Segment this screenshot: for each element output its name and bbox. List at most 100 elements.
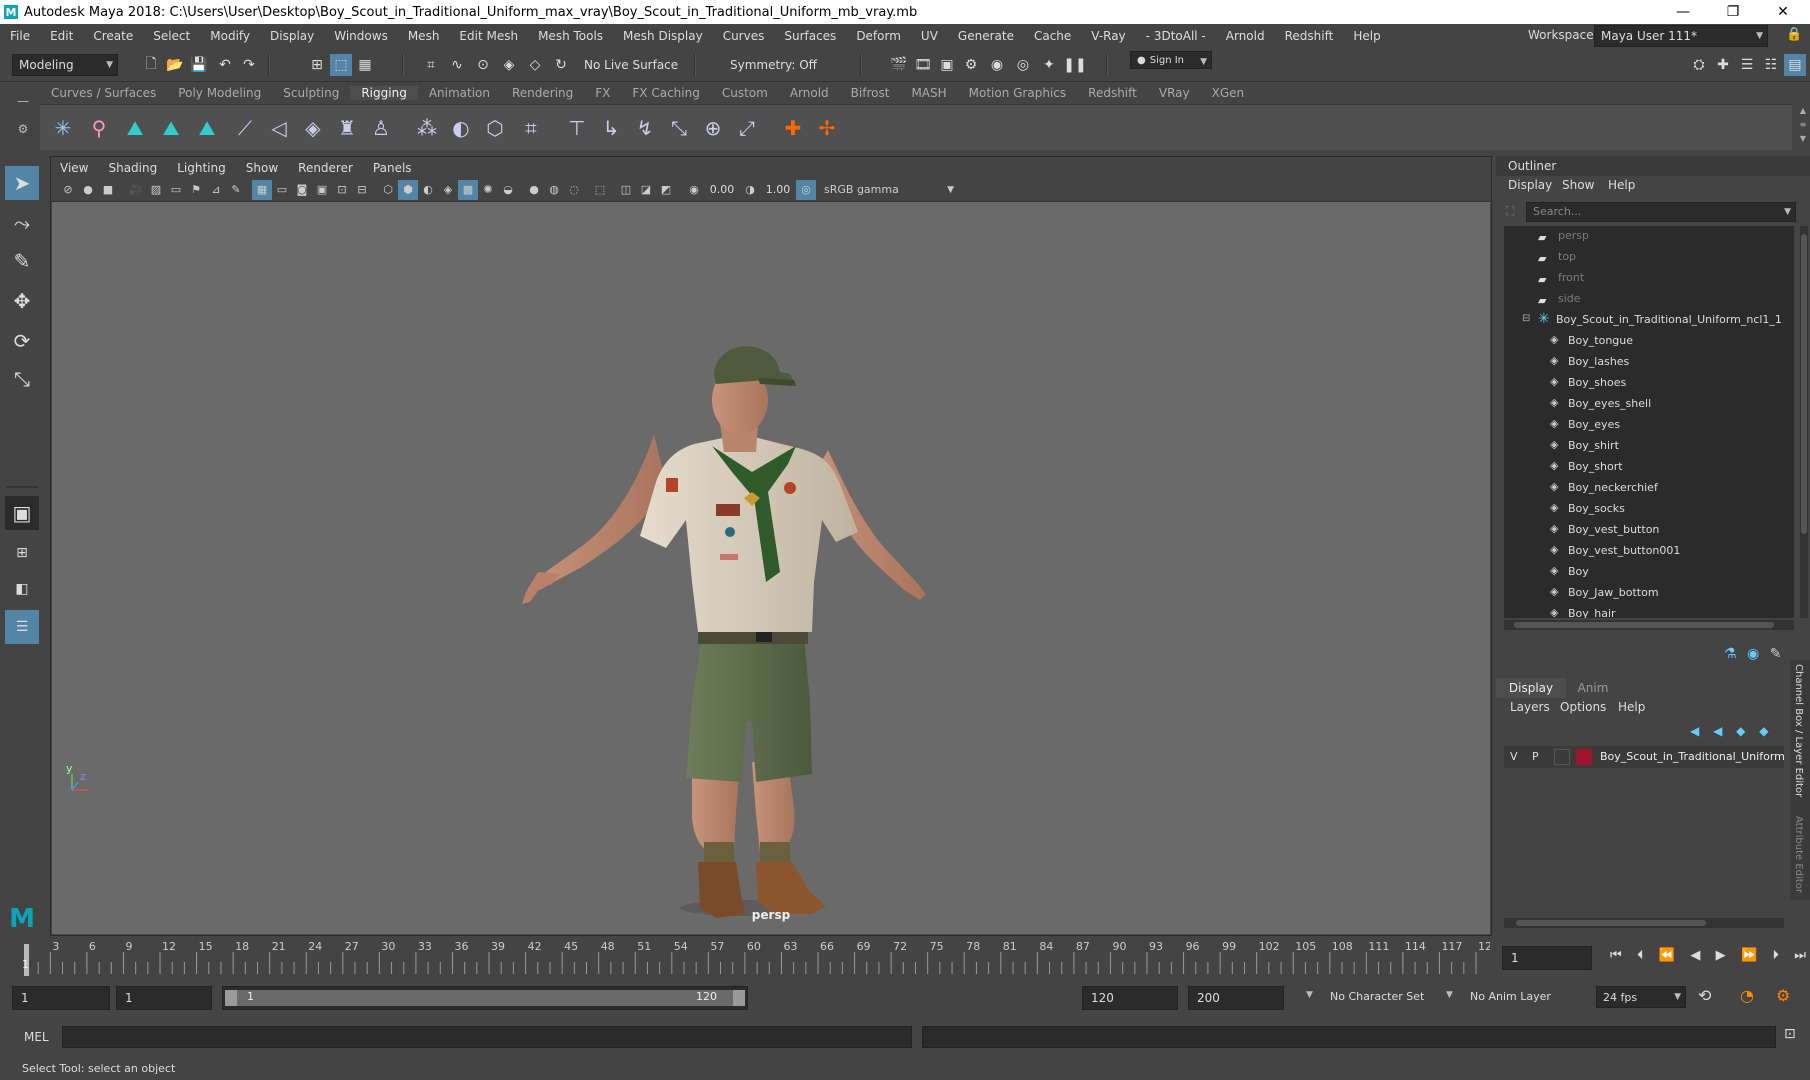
menu-mesh[interactable]: Mesh: [398, 29, 450, 43]
outliner-item-mesh[interactable]: ◈ Boy_Jaw_bottom: [1504, 583, 1794, 604]
menu-create[interactable]: Create: [83, 29, 143, 43]
render-settings-icon[interactable]: ⚙: [960, 54, 982, 76]
move-layer-up-icon[interactable]: ◀: [1690, 724, 1699, 738]
ik-rotate-icon[interactable]: ◈: [298, 113, 328, 143]
current-frame-field[interactable]: 1: [1502, 946, 1592, 970]
panel-menu-renderer[interactable]: Renderer: [288, 161, 363, 175]
outliner-item-persp[interactable]: ▰ persp: [1504, 226, 1794, 247]
new-scene-icon[interactable]: 🗋: [140, 54, 162, 76]
outliner-menu-help[interactable]: Help: [1608, 178, 1635, 198]
wrap-icon[interactable]: ⬡: [480, 113, 510, 143]
snap-curve-icon[interactable]: ∿: [446, 54, 468, 76]
ik-spline-icon[interactable]: ◁: [264, 113, 294, 143]
move-tool-icon[interactable]: ✥: [5, 284, 39, 318]
xray-components-icon[interactable]: ◩: [656, 180, 676, 200]
shelf-tab-rigging[interactable]: Rigging: [350, 86, 418, 100]
gamma-value[interactable]: 1.00: [760, 183, 796, 196]
menu-vray[interactable]: V-Ray: [1081, 29, 1135, 43]
range-start-grip[interactable]: [225, 990, 237, 1006]
attribute-editor-tab[interactable]: Attribute Editor: [1793, 816, 1804, 893]
character-set-dropdown[interactable]: No Character Set: [1330, 990, 1424, 1003]
outliner-item-mesh[interactable]: ◈ Boy_shoes: [1504, 373, 1794, 394]
channel-box-tab[interactable]: Channel Box / Layer Editor: [1793, 664, 1804, 797]
panel-menu-show[interactable]: Show: [236, 161, 288, 175]
snap-pivot-icon[interactable]: ↻: [550, 54, 572, 76]
auto-key-icon[interactable]: ◔: [1740, 986, 1754, 1005]
menu-display[interactable]: Display: [260, 29, 324, 43]
tab-anim[interactable]: Anim: [1568, 678, 1618, 698]
shelf-tab-curves-surfaces[interactable]: Curves / Surfaces: [40, 86, 167, 100]
range-end-grip[interactable]: [733, 990, 745, 1006]
wireframe-on-shaded-icon[interactable]: ◈: [438, 180, 458, 200]
smooth-bind-icon[interactable]: ⛰: [156, 113, 186, 143]
menu-cache[interactable]: Cache: [1024, 29, 1081, 43]
menu-redshift[interactable]: Redshift: [1275, 29, 1344, 43]
sign-in-button[interactable]: ● Sign In ▼: [1130, 51, 1212, 69]
field-chart-icon[interactable]: ▣: [312, 180, 332, 200]
outliner-item-mesh[interactable]: ◈ Boy_lashes: [1504, 352, 1794, 373]
menu-mesh-display[interactable]: Mesh Display: [613, 29, 713, 43]
cluster-icon[interactable]: ⁂: [412, 113, 442, 143]
shadows-icon[interactable]: ◒: [498, 180, 518, 200]
layer-menu-options[interactable]: Options: [1560, 700, 1606, 714]
layer-horizontal-scrollbar[interactable]: [1504, 918, 1784, 928]
edit-icon[interactable]: ✎: [1770, 646, 1782, 662]
loop-icon[interactable]: ⟲: [1698, 986, 1711, 1005]
default-material-icon[interactable]: ◐: [418, 180, 438, 200]
select-tool-icon[interactable]: ➤: [5, 166, 39, 200]
rotate-tool-icon[interactable]: ⟳: [5, 324, 39, 358]
single-pane-layout-icon[interactable]: ▣: [5, 496, 39, 530]
chevron-down-icon[interactable]: ▼: [1446, 990, 1453, 1000]
create-layer-icon[interactable]: ⚗: [1724, 646, 1737, 662]
shelf-tab-redshift[interactable]: Redshift: [1077, 86, 1148, 100]
minimize-icon[interactable]: —: [1660, 0, 1706, 24]
menu-windows[interactable]: Windows: [324, 29, 398, 43]
menu-edit-mesh[interactable]: Edit Mesh: [449, 29, 528, 43]
live-surface-label[interactable]: No Live Surface: [584, 58, 678, 72]
use-all-lights-icon[interactable]: ✺: [478, 180, 498, 200]
shelf-tab-bifrost[interactable]: Bifrost: [840, 86, 901, 100]
tool-settings-icon[interactable]: ☷: [1760, 54, 1782, 76]
menu-3dtoall[interactable]: - 3DtoAll -: [1136, 29, 1216, 43]
step-forward-key-icon[interactable]: ⏩: [1741, 948, 1757, 968]
panel-menu-view[interactable]: View: [50, 161, 98, 175]
layer-menu-layers[interactable]: Layers: [1510, 700, 1550, 714]
undo-icon[interactable]: ↶: [214, 54, 236, 76]
scrollbar-thumb[interactable]: [1514, 622, 1774, 628]
lock-icon[interactable]: 🔒: [1786, 27, 1802, 42]
point-constraint-icon[interactable]: ↳: [596, 113, 626, 143]
layer-color-swatch[interactable]: [1576, 749, 1592, 765]
vray-render-icon[interactable]: ✦: [1038, 54, 1060, 76]
wire-icon[interactable]: ⌗: [516, 113, 546, 143]
lock-camera-icon[interactable]: ●: [78, 180, 98, 200]
time-slider[interactable]: 3 6 9 12 15 18 21 24 27 30 33 36 39 42 45 48 51 54 57 60 63 6…: [0, 938, 1810, 978]
shelf-tab-motion-graphics[interactable]: Motion Graphics: [958, 86, 1078, 100]
outliner-item-mesh[interactable]: ◈ Boy_eyes_shell: [1504, 394, 1794, 415]
menu-modify[interactable]: Modify: [200, 29, 260, 43]
layer-type-toggle[interactable]: [1554, 749, 1570, 765]
outliner-layout-icon[interactable]: ☰: [5, 610, 39, 644]
range-handle[interactable]: [231, 990, 737, 1006]
hypershade-icon[interactable]: ◉: [986, 54, 1008, 76]
workspace-dropdown[interactable]: Maya User 111* ▼: [1594, 25, 1768, 47]
snap-point-icon[interactable]: ⊙: [472, 54, 494, 76]
animation-end-field[interactable]: 200: [1188, 986, 1284, 1010]
parent-constraint-icon[interactable]: ⊤: [562, 113, 592, 143]
outliner-item-mesh[interactable]: ◈ Boy_tongue: [1504, 331, 1794, 352]
select-camera-icon[interactable]: ⊘: [58, 180, 78, 200]
play-backwards-icon[interactable]: ◀: [1690, 948, 1700, 968]
shelf-tab-fx-caching[interactable]: FX Caching: [621, 86, 710, 100]
lasso-tool-icon[interactable]: ⤳: [5, 206, 39, 240]
smooth-shade-icon[interactable]: ⬢: [398, 179, 418, 200]
layer-playback-toggle[interactable]: P: [1532, 750, 1539, 763]
shelf-tab-arnold[interactable]: Arnold: [779, 86, 840, 100]
grid-icon[interactable]: ▦: [252, 179, 272, 200]
menu-uv[interactable]: UV: [911, 29, 948, 43]
character-controls-icon[interactable]: ✚: [1712, 54, 1734, 76]
collapse-icon[interactable]: ⊟: [1522, 313, 1536, 324]
tab-display[interactable]: Display: [1496, 678, 1566, 698]
pivot-locator-icon[interactable]: ✢: [812, 113, 842, 143]
modeling-toolkit-icon[interactable]: ⛭: [1688, 54, 1710, 76]
timeline-ruler[interactable]: 3 6 9 12 15 18 21 24 27 30 33 36 39 42 45 48 51 54 57 60 63 6…: [20, 938, 1490, 978]
pan-zoom-icon[interactable]: ⊿: [206, 180, 226, 200]
